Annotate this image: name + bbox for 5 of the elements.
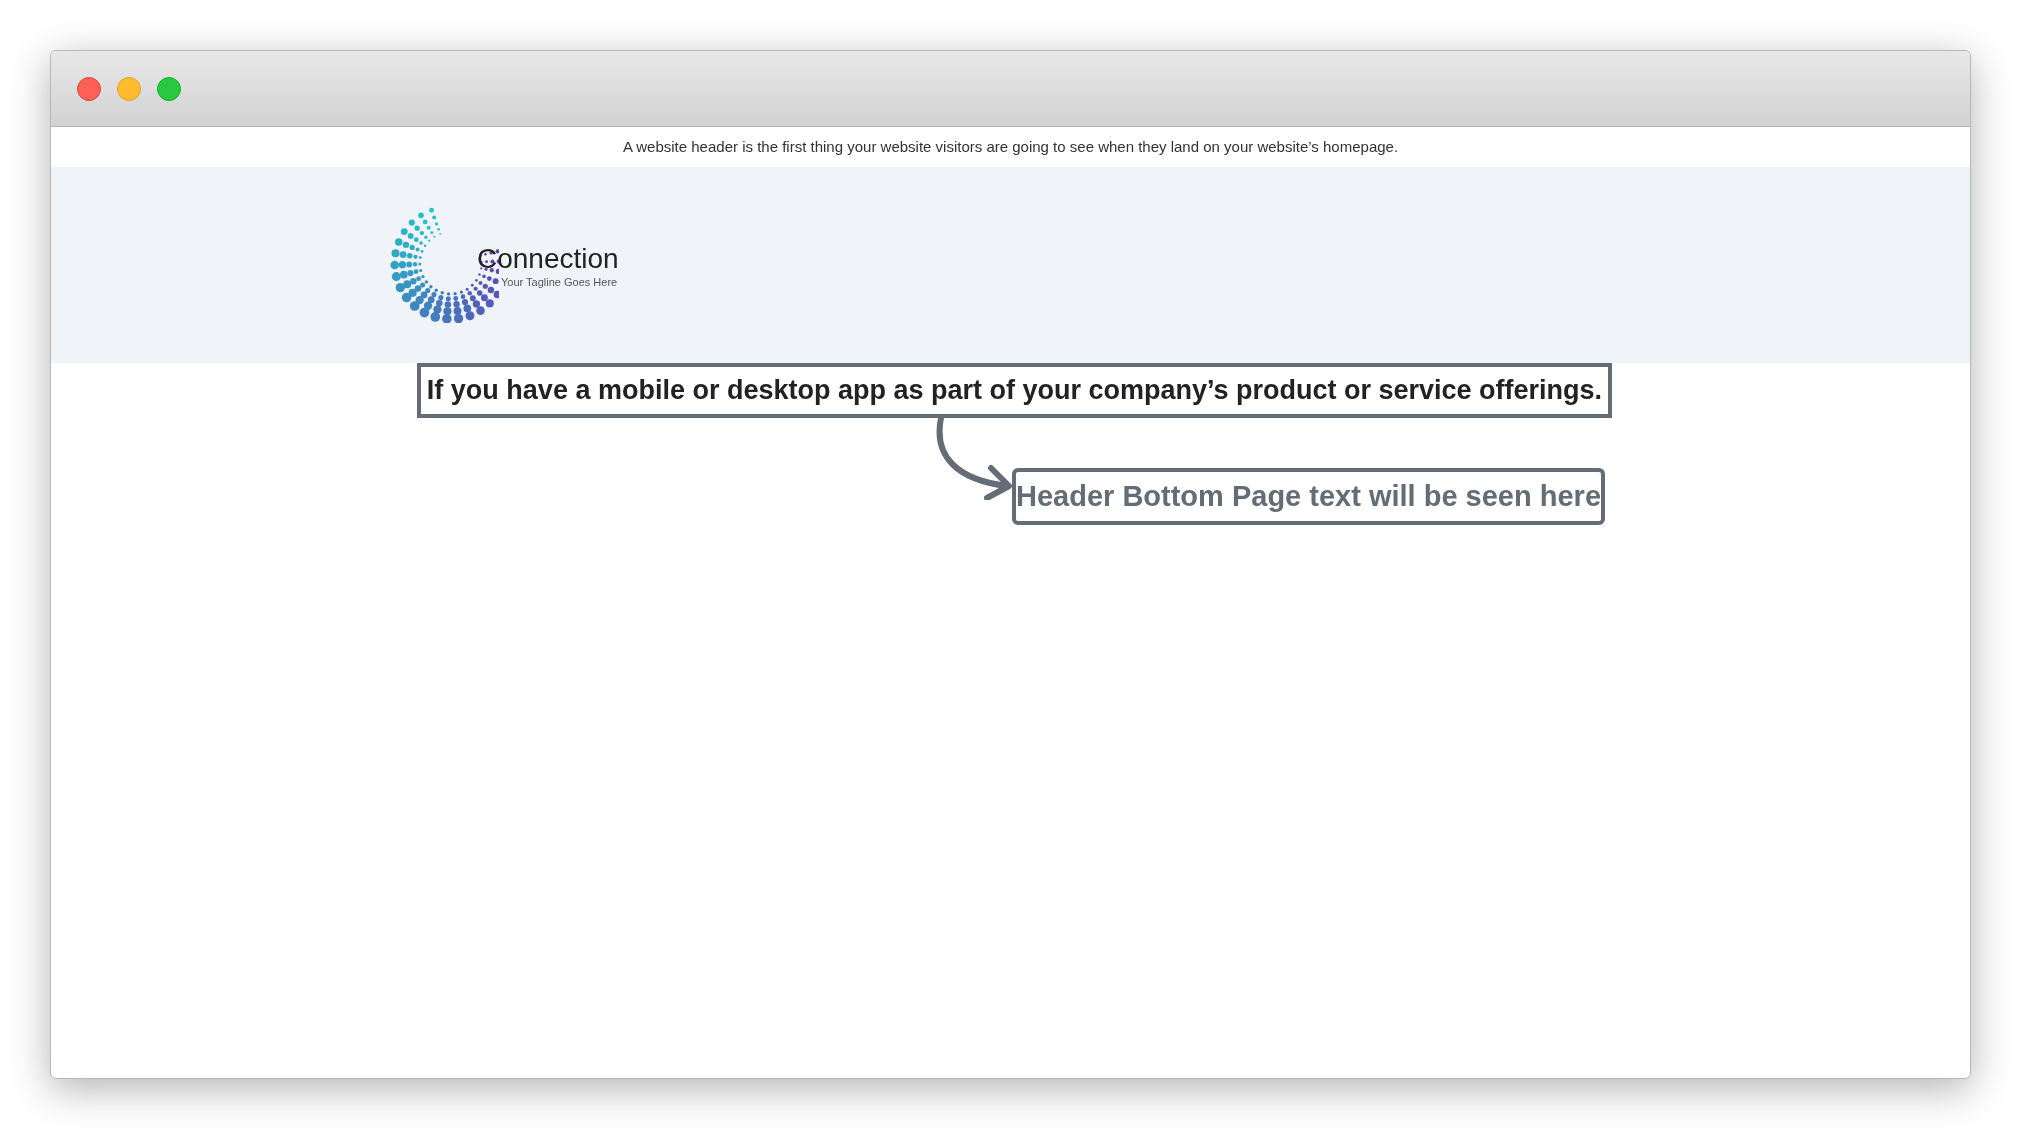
intro-text: A website header is the first thing your website visitors are going to see when they land on your website’s homepage. <box>622 136 1399 157</box>
note-text: Header Bottom Page text will be seen here <box>1016 478 1601 514</box>
callout-text: If you have a mobile or desktop app as part of your company’s product or service offerings. <box>426 374 1603 408</box>
logo-tagline: Your Tagline Goes Here <box>501 277 618 288</box>
logo-name: Connection <box>477 245 619 273</box>
